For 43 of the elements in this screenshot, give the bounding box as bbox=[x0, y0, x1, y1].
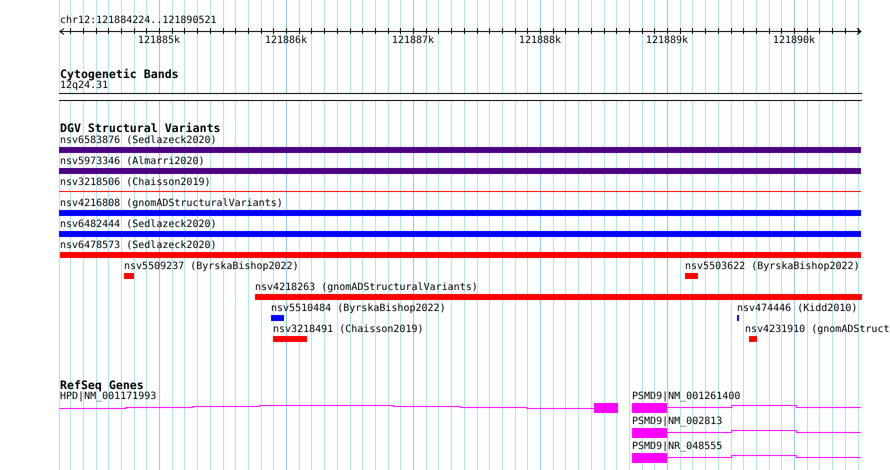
feature-bar[interactable] bbox=[271, 315, 284, 321]
track-title: RefSeq Genes bbox=[59, 379, 144, 391]
feature-bar[interactable] bbox=[60, 252, 861, 258]
feature-label: nsv6482444 (Sedlazeck2020) bbox=[60, 219, 217, 231]
feature-bar[interactable] bbox=[124, 273, 134, 279]
feature-label: nsv4231910 (gnomADStruct bbox=[745, 324, 890, 336]
gene-model[interactable] bbox=[58, 403, 618, 413]
gene-model[interactable] bbox=[632, 453, 862, 463]
tick-label: 121888k bbox=[518, 35, 562, 47]
feature-label: nsv474446 (Kidd2010) bbox=[737, 303, 858, 315]
location-label: chr12:121884224..121890521 bbox=[59, 15, 217, 27]
tick-label: 121890k bbox=[772, 35, 816, 47]
feature-bar[interactable] bbox=[749, 336, 757, 342]
feature-label: nsv6583876 (Sedlazeck2020) bbox=[60, 135, 217, 147]
feature-label: nsv5509237 (ByrskaBishop2022) bbox=[124, 261, 299, 273]
gene-model[interactable] bbox=[632, 428, 862, 438]
feature-label: nsv5973346 (Almarri2020) bbox=[60, 156, 204, 168]
tick-label: 121887k bbox=[392, 35, 434, 47]
tick-label: 121885k bbox=[138, 35, 180, 47]
tick-label: 121889k bbox=[646, 35, 688, 47]
feature-bar[interactable] bbox=[59, 168, 861, 174]
feature-label: nsv3218491 (Chaisson2019) bbox=[273, 324, 424, 336]
gene-label: PSMD9|NM_002813 bbox=[632, 416, 722, 428]
feature-bar[interactable] bbox=[255, 294, 862, 300]
feature-bar[interactable] bbox=[273, 336, 307, 342]
feature-bar[interactable] bbox=[59, 210, 861, 216]
tick-label: 121886k bbox=[264, 35, 308, 47]
feature-label: nsv3218506 (Chaisson2019) bbox=[60, 177, 211, 189]
feature-label: nsv6478573 (Sedlazeck2020) bbox=[60, 240, 217, 252]
feature-bar[interactable] bbox=[59, 231, 861, 237]
gene-label: PSMD9|NM_001261400 bbox=[632, 391, 740, 403]
gene-label: PSMD9|NR_048555 bbox=[632, 441, 722, 453]
band-label: 12q24.31 bbox=[59, 80, 108, 92]
feature-label: nsv4216808 (gnomADStructuralVariants) bbox=[60, 198, 283, 210]
gene-model[interactable] bbox=[632, 403, 862, 413]
track-title: DGV Structural Variants bbox=[59, 122, 221, 134]
feature-label: nsv5510484 (ByrskaBishop2022) bbox=[271, 303, 446, 315]
feature-bar[interactable] bbox=[685, 273, 698, 279]
feature-label: nsv4218263 (gnomADStructuralVariants) bbox=[255, 282, 478, 294]
feature-bar[interactable] bbox=[59, 147, 861, 153]
track-title: Cytogenetic Bands bbox=[59, 68, 179, 80]
feature-label: nsv5503622 (ByrskaBishop2022) bbox=[685, 261, 860, 273]
gene-label: HPD|NM_001171993 bbox=[60, 391, 156, 403]
